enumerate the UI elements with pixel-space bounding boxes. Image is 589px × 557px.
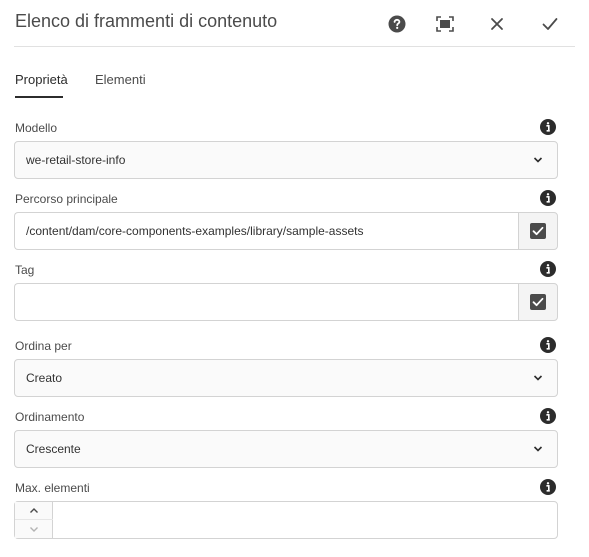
checkmark-icon (542, 18, 558, 30)
decrement-button[interactable] (15, 520, 53, 538)
dialog-title: Elenco di frammenti di contenuto (15, 11, 278, 31)
max-items-stepper (14, 501, 558, 539)
parent-path-input[interactable] (14, 212, 519, 250)
fullscreen-button[interactable] (431, 10, 459, 38)
parent-path-browse-button[interactable] (518, 212, 558, 250)
chevron-down-icon (533, 375, 543, 381)
increment-button[interactable] (15, 502, 53, 520)
select-checkbox-icon (530, 223, 546, 239)
order-by-select[interactable]: Creato (14, 359, 558, 397)
tags-label: Tag (15, 263, 35, 277)
order-by-select-value: Creato (26, 371, 63, 385)
info-icon[interactable] (540, 408, 556, 424)
tab-elements[interactable]: Elementi (95, 72, 146, 87)
tags-browse-button[interactable] (518, 283, 558, 321)
model-select[interactable]: we-retail-store-info (14, 141, 558, 179)
max-items-input[interactable] (53, 502, 557, 538)
chevron-down-icon (533, 157, 543, 163)
model-label: Modello (15, 121, 58, 135)
header-divider (14, 46, 575, 47)
fullscreen-icon (436, 16, 454, 32)
tab-properties[interactable]: Proprietà (15, 72, 68, 87)
tags-input[interactable] (14, 283, 519, 321)
parent-path-field (14, 212, 558, 250)
select-checkbox-icon (530, 294, 546, 310)
done-button[interactable] (536, 10, 564, 38)
close-button[interactable] (483, 10, 511, 38)
active-tab-indicator (15, 96, 63, 98)
info-icon[interactable] (540, 337, 556, 353)
info-icon[interactable] (540, 119, 556, 135)
parent-path-label: Percorso principale (15, 192, 118, 206)
model-select-value: we-retail-store-info (26, 153, 126, 167)
order-by-label: Ordina per (15, 339, 72, 353)
chevron-up-icon (30, 508, 38, 513)
info-icon[interactable] (540, 479, 556, 495)
info-icon[interactable] (540, 261, 556, 277)
chevron-down-icon (533, 446, 543, 452)
tags-field (14, 283, 558, 321)
close-icon (491, 18, 503, 30)
dialog-header: Elenco di frammenti di contenuto (0, 0, 589, 47)
sort-order-select-value: Crescente (26, 442, 81, 456)
help-circle-icon (388, 15, 406, 33)
stepper-buttons (15, 502, 53, 538)
chevron-down-icon (30, 526, 38, 532)
info-icon[interactable] (540, 190, 556, 206)
help-button[interactable] (383, 10, 411, 38)
sort-order-select[interactable]: Crescente (14, 430, 558, 468)
sort-order-label: Ordinamento (15, 410, 85, 424)
max-items-label: Max. elementi (15, 481, 90, 495)
